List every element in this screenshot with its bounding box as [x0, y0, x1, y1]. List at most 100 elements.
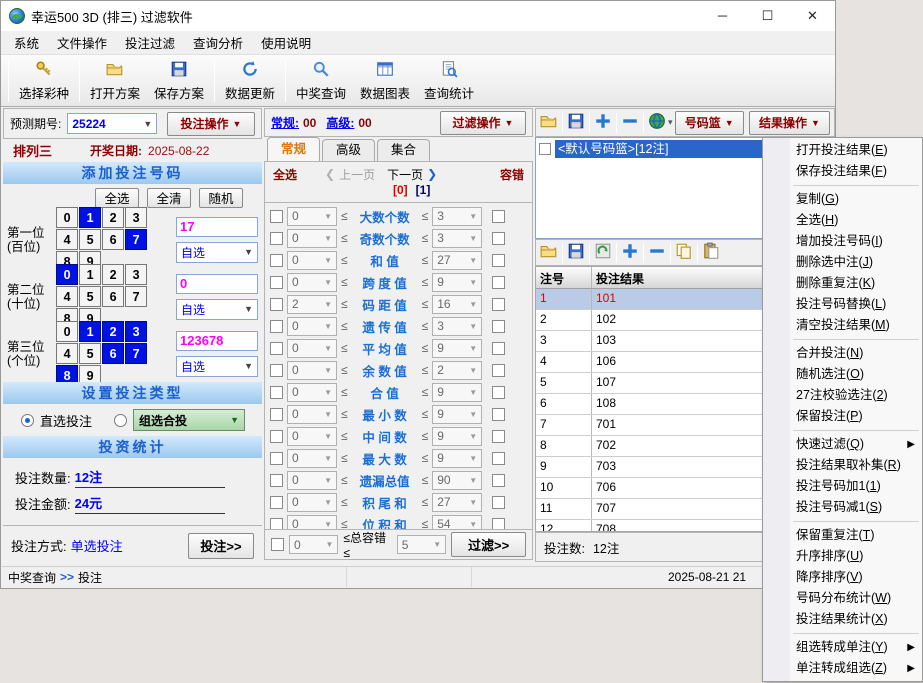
- pos1-mode-select[interactable]: 自选▼: [176, 242, 258, 263]
- advanced-count-link[interactable]: 高级:: [326, 114, 354, 131]
- bet-operations-button[interactable]: 投注操作▼: [167, 112, 255, 136]
- pos1-digit-button-2[interactable]: 2: [102, 207, 124, 228]
- total-min-select[interactable]: 0▼: [289, 535, 338, 554]
- pos1-digit-button-4[interactable]: 4: [56, 229, 78, 250]
- pos2-digit-button-3[interactable]: 3: [125, 264, 147, 285]
- context-menu-item[interactable]: 保留投注(P): [763, 406, 922, 427]
- filter-max-select[interactable]: 3▼: [432, 229, 482, 248]
- recycle-icon[interactable]: [594, 242, 612, 263]
- plus-icon[interactable]: [621, 242, 639, 263]
- filter-max-select[interactable]: 27▼: [432, 251, 482, 270]
- page-link-0[interactable]: [0]: [393, 183, 408, 200]
- next-page-link[interactable]: 下一页: [387, 166, 423, 183]
- tab-高级[interactable]: 高级: [322, 139, 375, 161]
- filter-tolerance-checkbox[interactable]: [492, 232, 505, 245]
- toolbar-button-查询统计[interactable]: 查询统计: [417, 58, 481, 104]
- copy-icon[interactable]: [675, 242, 693, 263]
- pos1-digit-button-7[interactable]: 7: [125, 229, 147, 250]
- context-menu-item[interactable]: 复制(G): [763, 189, 922, 210]
- filter-max-select[interactable]: 9▼: [432, 427, 482, 446]
- open-folder-icon[interactable]: [540, 242, 558, 263]
- pos3-digit-button-2[interactable]: 2: [102, 321, 124, 342]
- filter-enable-checkbox[interactable]: [270, 386, 283, 399]
- filter-max-select[interactable]: 9▼: [432, 339, 482, 358]
- pos2-digit-button-0[interactable]: 0: [56, 264, 78, 285]
- pos1-value-input[interactable]: [176, 217, 258, 237]
- filter-submit-button[interactable]: 过滤>>: [451, 532, 526, 557]
- filter-min-select[interactable]: 0▼: [287, 361, 337, 380]
- toolbar-button-数据图表[interactable]: 数据图表: [353, 58, 417, 104]
- filter-enable-checkbox[interactable]: [270, 474, 283, 487]
- filter-tolerance-checkbox[interactable]: [492, 276, 505, 289]
- pos3-digit-button-6[interactable]: 6: [102, 343, 124, 364]
- pos2-digit-button-7[interactable]: 7: [125, 286, 147, 307]
- filter-tolerance-checkbox[interactable]: [492, 386, 505, 399]
- context-menu-item[interactable]: 投注号码加1(1): [763, 476, 922, 497]
- toolbar-button-选择彩种[interactable]: 选择彩种: [12, 58, 76, 104]
- context-menu-item[interactable]: 投注号码减1(S): [763, 497, 922, 518]
- pos3-digit-button-3[interactable]: 3: [125, 321, 147, 342]
- context-menu-item[interactable]: 随机选注(O): [763, 364, 922, 385]
- total-max-select[interactable]: 5▼: [397, 535, 446, 554]
- filter-min-select[interactable]: 0▼: [287, 427, 337, 446]
- filter-enable-checkbox[interactable]: [270, 452, 283, 465]
- filter-max-select[interactable]: 54▼: [432, 515, 482, 531]
- minus-icon[interactable]: [648, 242, 666, 263]
- filter-tolerance-checkbox[interactable]: [492, 254, 505, 267]
- filter-min-select[interactable]: 0▼: [287, 493, 337, 512]
- context-menu-item[interactable]: 保存投注结果(F): [763, 161, 922, 182]
- filter-max-select[interactable]: 3▼: [432, 317, 482, 336]
- toolbar-button-保存方案[interactable]: 保存方案: [147, 58, 211, 104]
- pos3-mode-select[interactable]: 自选▼: [176, 356, 258, 377]
- filter-tolerance-checkbox[interactable]: [492, 298, 505, 311]
- pos2-digit-button-1[interactable]: 1: [79, 264, 101, 285]
- context-menu-item[interactable]: 全选(H): [763, 210, 922, 231]
- next-page-icon[interactable]: ❯: [427, 167, 437, 181]
- pos2-digit-button-2[interactable]: 2: [102, 264, 124, 285]
- period-select[interactable]: 25224▼: [67, 113, 157, 134]
- basket-item-checkbox[interactable]: [539, 143, 551, 155]
- context-menu-item[interactable]: 投注号码替换(L): [763, 294, 922, 315]
- group-bet-select[interactable]: 组选合投▼: [133, 409, 245, 431]
- minimize-button[interactable]: ─: [700, 1, 745, 31]
- context-menu-item[interactable]: 删除重复注(K): [763, 273, 922, 294]
- filter-max-select[interactable]: 9▼: [432, 449, 482, 468]
- context-menu-item[interactable]: 打开投注结果(E): [763, 140, 922, 161]
- pos1-digit-button-1[interactable]: 1: [79, 207, 101, 228]
- toolbar-button-数据更新[interactable]: 数据更新: [218, 58, 282, 104]
- context-menu-item[interactable]: 组选转成单注(Y)▶: [763, 637, 922, 658]
- filter-tolerance-checkbox[interactable]: [492, 430, 505, 443]
- filter-enable-checkbox[interactable]: [270, 364, 283, 377]
- filter-min-select[interactable]: 0▼: [287, 251, 337, 270]
- group-bet-radio[interactable]: [114, 414, 127, 427]
- tab-常规[interactable]: 常规: [267, 137, 320, 161]
- filter-max-select[interactable]: 16▼: [432, 295, 482, 314]
- open-folder-icon[interactable]: [540, 112, 558, 133]
- random-button[interactable]: 随机: [199, 188, 243, 208]
- basket-button[interactable]: 号码篮▼: [675, 111, 744, 135]
- filter-min-select[interactable]: 2▼: [287, 295, 337, 314]
- pos2-digit-button-5[interactable]: 5: [79, 286, 101, 307]
- minus-icon[interactable]: [621, 112, 639, 133]
- filter-tolerance-checkbox[interactable]: [492, 408, 505, 421]
- filter-min-select[interactable]: 0▼: [287, 383, 337, 402]
- pos2-mode-select[interactable]: 自选▼: [176, 299, 258, 320]
- filter-operations-button[interactable]: 过滤操作▼: [440, 111, 526, 135]
- filter-enable-checkbox[interactable]: [270, 232, 283, 245]
- filter-tolerance-checkbox[interactable]: [492, 496, 505, 509]
- select-all-button[interactable]: 全选: [95, 188, 139, 208]
- clear-all-button[interactable]: 全清: [147, 188, 191, 208]
- pos3-digit-button-7[interactable]: 7: [125, 343, 147, 364]
- context-menu-item[interactable]: 号码分布统计(W): [763, 588, 922, 609]
- context-menu-item[interactable]: 升序排序(U): [763, 546, 922, 567]
- pos1-digit-button-3[interactable]: 3: [125, 207, 147, 228]
- pos3-digit-button-0[interactable]: 0: [56, 321, 78, 342]
- filter-max-select[interactable]: 3▼: [432, 207, 482, 226]
- pos2-digit-button-4[interactable]: 4: [56, 286, 78, 307]
- filter-tolerance-checkbox[interactable]: [492, 364, 505, 377]
- pos1-digit-button-6[interactable]: 6: [102, 229, 124, 250]
- filter-enable-checkbox[interactable]: [270, 276, 283, 289]
- filter-tolerance-checkbox[interactable]: [492, 320, 505, 333]
- filter-max-select[interactable]: 9▼: [432, 383, 482, 402]
- pos1-digit-button-0[interactable]: 0: [56, 207, 78, 228]
